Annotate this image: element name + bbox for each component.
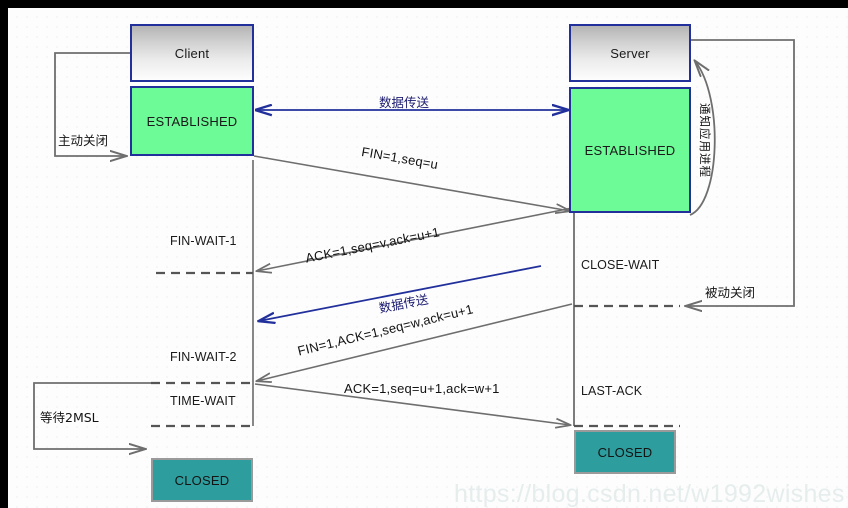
server-header-label: Server [610,45,650,61]
client-header-box[interactable]: Client [130,24,254,82]
msg-label-fin-seq-u: FIN=1,seq=u [360,144,440,173]
annotation-wait-2msl: 等待2MSL [40,410,99,425]
client-closed-label: CLOSED [174,472,230,488]
diagram-lines-layer [33,39,795,508]
client-state-fin-wait-1: FIN-WAIT-1 [170,234,237,248]
server-closed-label: CLOSED [597,444,653,460]
client-state-fin-wait-2: FIN-WAIT-2 [170,350,237,364]
msg-label-data-transfer-top: 数据传送 [379,95,430,110]
annotation-passive-close: 被动关闭 [705,285,756,300]
annotation-notify-app: 通知应用进程 [698,103,712,178]
tcp-termination-diagram: Client ESTABLISHED Server ESTABLISHED CL… [0,0,848,508]
server-established-label: ESTABLISHED [584,142,676,158]
client-header-label: Client [174,45,210,61]
msg-label-ack-seq-v: ACK=1,seq=v,ack=u+1 [304,224,441,266]
server-state-last-ack: LAST-ACK [581,384,643,398]
client-established-label: ESTABLISHED [146,113,238,129]
server-header-box[interactable]: Server [569,24,691,82]
server-established-box[interactable]: ESTABLISHED [569,87,691,213]
server-closed-box[interactable]: CLOSED [574,430,676,474]
client-closed-box[interactable]: CLOSED [151,458,253,502]
watermark: https://blog.csdn.net/w1992wishes [454,480,845,508]
client-state-time-wait: TIME-WAIT [170,394,236,408]
msg-label-ack-seq-u1: ACK=1,seq=u+1,ack=w+1 [344,381,500,396]
annotation-active-close: 主动关闭 [58,133,109,148]
server-state-close-wait: CLOSE-WAIT [581,258,660,272]
client-established-box[interactable]: ESTABLISHED [130,86,254,156]
